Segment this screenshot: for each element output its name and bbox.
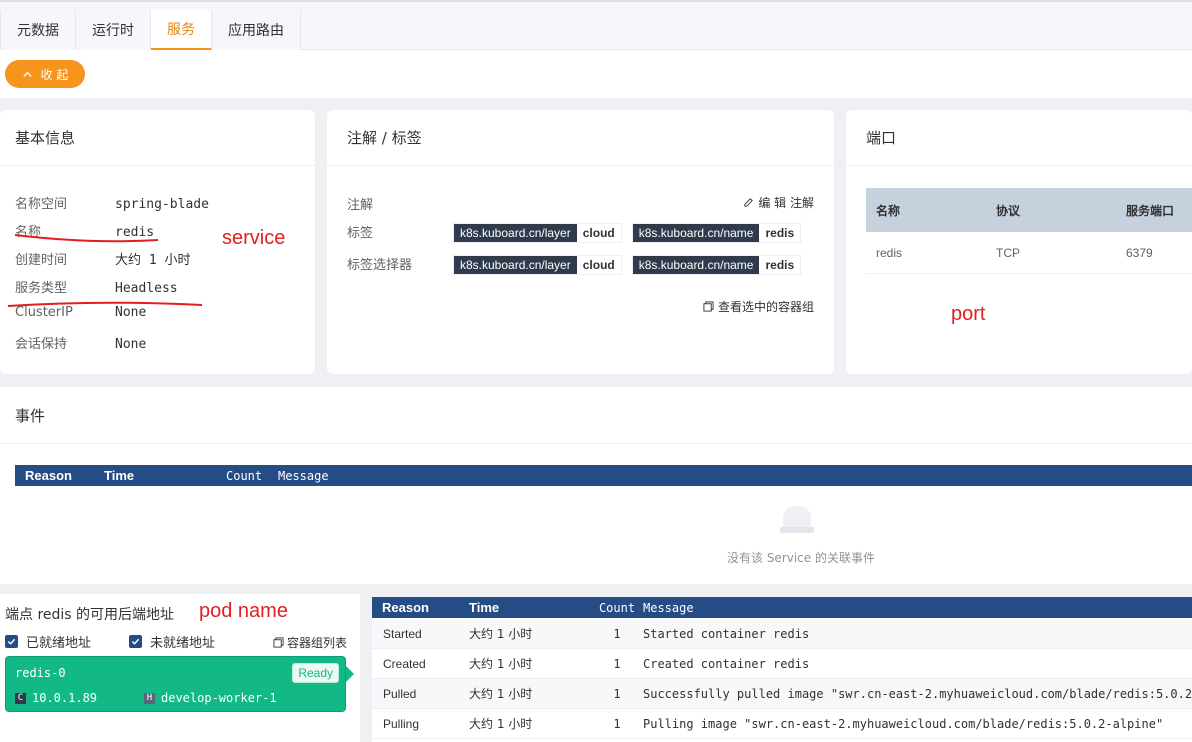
ports-header: 名称 协议 服务端口 bbox=[866, 188, 1192, 232]
label-tag: k8s.kuboard.cn/name redis bbox=[631, 223, 802, 243]
tag-key: k8s.kuboard.cn/layer bbox=[454, 224, 577, 242]
port-note: port bbox=[951, 303, 986, 325]
pod-node: develop-worker-1 bbox=[161, 691, 277, 705]
pod-name-note: pod name bbox=[199, 600, 288, 622]
notready-address-checkbox[interactable]: 未就绪地址 bbox=[129, 632, 215, 651]
annotations-title: 注解 / 标签 bbox=[327, 110, 834, 166]
event-reason: Created bbox=[383, 656, 426, 671]
col-time: Time bbox=[469, 600, 500, 615]
endpoints-panel: 端点 redis 的可用后端地址 已就绪地址 未就绪地址 容器组列表 redis… bbox=[0, 594, 360, 742]
event-message: Created container redis bbox=[643, 656, 810, 671]
labels-tags: k8s.kuboard.cn/layer cloud k8s.kuboard.cn… bbox=[453, 223, 802, 243]
event-time: 大约 1 小时 bbox=[469, 717, 533, 731]
table-row: Pulled 大约 1 小时 1 Successfully pulled ima… bbox=[372, 679, 1192, 709]
ports-card: 端口 名称 协议 服务端口 redis TCP 6379 bbox=[846, 110, 1192, 374]
pod-ip: 10.0.1.89 bbox=[32, 691, 98, 705]
events-title: 事件 bbox=[0, 387, 1192, 444]
port-name: redis bbox=[876, 245, 903, 260]
ready-address-checkbox[interactable]: 已就绪地址 bbox=[5, 632, 91, 651]
checkbox-checked-icon bbox=[5, 635, 18, 648]
pod-events-header: Reason Time Count Message bbox=[372, 597, 1192, 618]
copy-icon bbox=[703, 301, 714, 312]
col-protocol: 协议 bbox=[996, 203, 1021, 218]
port-number: 6379 bbox=[1126, 245, 1153, 260]
container-badge: C bbox=[15, 692, 26, 704]
ports-table: 名称 协议 服务端口 redis TCP 6379 bbox=[866, 188, 1192, 274]
pod-node-group: H develop-worker-1 bbox=[144, 691, 277, 705]
col-time: Time bbox=[104, 468, 135, 483]
event-count: 1 bbox=[613, 626, 621, 641]
tag-key: k8s.kuboard.cn/name bbox=[632, 224, 760, 242]
table-row: Created 大约 1 小时 1 Created container redi… bbox=[372, 649, 1192, 679]
edit-icon bbox=[744, 198, 754, 207]
event-time: 大约 1 小时 bbox=[469, 627, 533, 641]
annotations-card: 注解 / 标签 注解 编 辑 注解 标签 k8s.kuboard.cn/laye… bbox=[327, 110, 834, 374]
pod-card-arrow bbox=[346, 666, 354, 682]
col-reason: Reason bbox=[25, 468, 72, 483]
event-count: 1 bbox=[613, 686, 621, 701]
col-port: 服务端口 bbox=[1126, 203, 1175, 218]
notready-address-label: 未就绪地址 bbox=[150, 636, 216, 651]
events-card: 事件 Reason Time Count Message 没有该 Service… bbox=[0, 387, 1192, 584]
tag-value: redis bbox=[759, 224, 801, 242]
pod-ip-group: C 10.0.1.89 bbox=[15, 691, 97, 705]
col-message: Message bbox=[643, 600, 694, 615]
tag-value: cloud bbox=[576, 256, 621, 274]
event-reason: Started bbox=[383, 626, 422, 641]
port-protocol: TCP bbox=[996, 245, 1020, 260]
empty-data-icon bbox=[780, 506, 814, 533]
table-row: Started 大约 1 小时 1 Started container redi… bbox=[372, 619, 1192, 649]
tag-key: k8s.kuboard.cn/name bbox=[632, 256, 760, 274]
tag-value: cloud bbox=[576, 224, 621, 242]
event-count: 1 bbox=[613, 656, 621, 671]
selector-tag: k8s.kuboard.cn/layer cloud bbox=[453, 255, 622, 275]
tag-value: redis bbox=[759, 256, 801, 274]
edit-label: 编 辑 注解 bbox=[758, 196, 814, 210]
ports-title: 端口 bbox=[846, 110, 1192, 166]
event-reason: Pulled bbox=[383, 686, 417, 701]
table-row: Pulling 大约 1 小时 1 Pulling image "swr.cn-… bbox=[372, 709, 1192, 739]
event-message: Pulling image "swr.cn-east-2.myhuaweiclo… bbox=[643, 716, 1164, 731]
event-reason: Pulling bbox=[383, 716, 420, 731]
col-name: 名称 bbox=[876, 203, 901, 218]
selector-tags: k8s.kuboard.cn/layer cloud k8s.kuboard.cn… bbox=[453, 255, 802, 275]
event-count: 1 bbox=[613, 716, 621, 731]
pod-events-table: Reason Time Count Message Started 大约 1 小… bbox=[372, 597, 1192, 742]
col-message: Message bbox=[278, 468, 329, 483]
event-time: 大约 1 小时 bbox=[469, 687, 533, 701]
table-row: redis TCP 6379 bbox=[866, 232, 1192, 274]
view-selected-pods-link[interactable]: 查看选中的容器组 bbox=[703, 298, 814, 315]
view-pods-label: 查看选中的容器组 bbox=[717, 300, 814, 314]
pod-name: redis-0 bbox=[15, 666, 66, 680]
pod-list-label: 容器组列表 bbox=[286, 636, 347, 650]
events-table-header: Reason Time Count Message bbox=[15, 465, 1192, 486]
event-message: Successfully pulled image "swr.cn-east-2… bbox=[643, 686, 1192, 701]
endpoints-title: 端点 redis 的可用后端地址 bbox=[5, 607, 175, 623]
pod-list-link[interactable]: 容器组列表 bbox=[273, 634, 347, 651]
col-reason: Reason bbox=[382, 600, 429, 615]
col-count: Count bbox=[598, 600, 636, 615]
selector-tag: k8s.kuboard.cn/name redis bbox=[631, 255, 802, 275]
pod-card[interactable]: redis-0 Ready C 10.0.1.89 H develop-work… bbox=[5, 656, 346, 712]
ready-address-label: 已就绪地址 bbox=[26, 636, 92, 651]
empty-events-text: 没有该 Service 的关联事件 bbox=[727, 551, 875, 565]
tag-key: k8s.kuboard.cn/layer bbox=[454, 256, 577, 274]
event-message: Started container redis bbox=[643, 626, 810, 641]
status-badge: Ready bbox=[292, 663, 339, 683]
edit-annotations-link[interactable]: 编 辑 注解 bbox=[743, 194, 814, 211]
copy-icon bbox=[273, 637, 284, 648]
service-note: service bbox=[222, 227, 286, 249]
label-tag: k8s.kuboard.cn/layer cloud bbox=[453, 223, 622, 243]
checkbox-checked-icon bbox=[129, 635, 142, 648]
host-badge: H bbox=[144, 692, 155, 704]
event-time: 大约 1 小时 bbox=[469, 657, 533, 671]
col-count: Count bbox=[226, 468, 263, 483]
